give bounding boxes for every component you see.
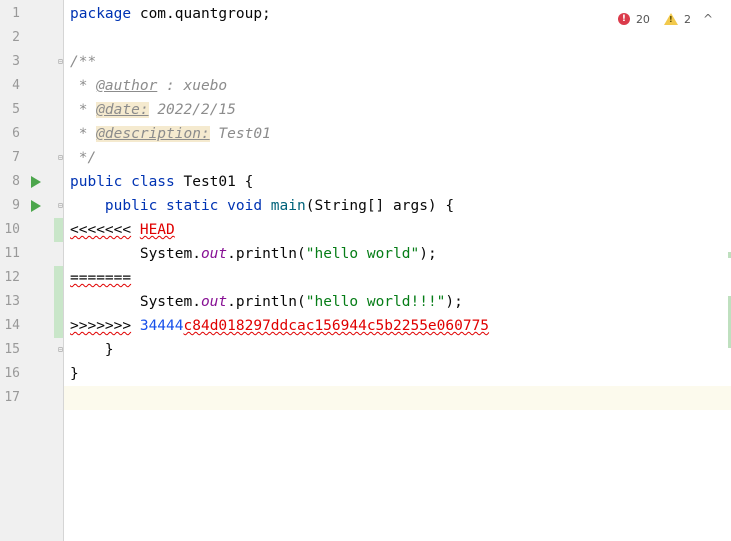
error-icon: ! xyxy=(617,13,630,25)
code-line[interactable]: * @date: 2022/2/15 xyxy=(70,98,236,122)
line-number: 3 xyxy=(12,54,20,69)
code-line[interactable]: public static void main(String[] args) { xyxy=(70,194,454,218)
doc-tag: @date: xyxy=(96,102,149,118)
code-line[interactable]: * @author : xuebo xyxy=(70,74,227,98)
doc-text: Test01 xyxy=(209,126,271,142)
code-line[interactable]: package com.quantgroup; xyxy=(70,2,271,26)
doc-text: * xyxy=(70,78,97,94)
warning-count: 2 xyxy=(683,12,691,26)
code-text: ); xyxy=(445,294,463,310)
code-text: .println( xyxy=(227,246,306,262)
conflict-marker: ======= xyxy=(70,270,132,286)
line-number: 4 xyxy=(12,78,20,93)
code-line[interactable]: System.out.println("hello world"); xyxy=(70,242,437,266)
current-line-highlight xyxy=(64,386,731,410)
line-number: 1 xyxy=(12,6,20,21)
code-line[interactable]: */ xyxy=(70,146,96,170)
keyword: public class xyxy=(70,174,175,190)
code-text: Test01 { xyxy=(174,174,254,190)
commit-hash-rest: c84d018297ddcac156944c5b2255e060775 xyxy=(183,318,490,334)
code-line[interactable]: >>>>>>> 34444c84d018297ddcac156944c5b225… xyxy=(70,314,489,338)
line-number: 6 xyxy=(12,126,20,141)
doc-text: 2022/2/15 xyxy=(148,102,236,118)
doc-tag: @description: xyxy=(96,126,210,142)
code-line[interactable]: <<<<<<< HEAD xyxy=(70,218,175,242)
code-line[interactable]: } xyxy=(70,338,114,362)
line-number: 7 xyxy=(12,150,20,165)
code-line[interactable]: ======= xyxy=(70,266,131,290)
code-text: ); xyxy=(419,246,437,262)
conflict-head-label: HEAD xyxy=(139,222,175,238)
string-literal: "hello world!!!" xyxy=(305,294,446,310)
change-marker[interactable] xyxy=(54,266,63,338)
line-number: 13 xyxy=(4,294,20,309)
line-number: 2 xyxy=(12,30,20,45)
code-text: .println( xyxy=(227,294,306,310)
keyword: package xyxy=(70,6,132,22)
change-marker[interactable] xyxy=(54,218,63,242)
doc-text: : xuebo xyxy=(157,78,228,94)
line-number: 8 xyxy=(12,174,20,189)
commit-hash-number: 34444 xyxy=(139,318,184,334)
code-line[interactable]: public class Test01 { xyxy=(70,170,253,194)
run-class-icon[interactable] xyxy=(31,176,41,188)
string-literal: "hello world" xyxy=(305,246,420,262)
code-line[interactable]: /** xyxy=(70,50,96,74)
run-main-icon[interactable] xyxy=(31,200,41,212)
code-text: com.quantgroup; xyxy=(131,6,271,22)
conflict-marker: >>>>>>> xyxy=(70,318,132,334)
doc-text: * xyxy=(70,126,97,142)
code-editor[interactable]: package com.quantgroup; /** * @author : … xyxy=(64,0,731,541)
line-number: 12 xyxy=(4,270,20,285)
code-text: System. xyxy=(139,294,201,310)
code-line[interactable]: } xyxy=(70,362,79,386)
line-number: 11 xyxy=(4,246,20,261)
keyword: public static void xyxy=(104,198,263,214)
line-number: 14 xyxy=(4,318,20,333)
line-number: 10 xyxy=(4,222,20,237)
code-line[interactable]: System.out.println("hello world!!!"); xyxy=(70,290,463,314)
inspection-widget[interactable]: ! 20 2 ^ xyxy=(617,11,713,27)
doc-text: * xyxy=(70,102,97,118)
code-line[interactable]: * @description: Test01 xyxy=(70,122,271,146)
method-name: main xyxy=(270,198,306,214)
line-number: 15 xyxy=(4,342,20,357)
static-field: out xyxy=(200,246,228,262)
error-count: 20 xyxy=(635,12,650,26)
line-number: 17 xyxy=(4,390,20,405)
doc-tag: @author xyxy=(96,78,158,94)
static-field: out xyxy=(200,294,228,310)
code-text: (String[] args) { xyxy=(305,198,455,214)
chevron-up-icon[interactable]: ^ xyxy=(703,12,713,26)
line-number: 9 xyxy=(12,198,20,213)
line-number: 16 xyxy=(4,366,20,381)
line-number: 5 xyxy=(12,102,20,117)
editor-gutter: 1 2 3 4 5 6 7 8 9 10 11 12 13 14 15 16 1… xyxy=(0,0,64,541)
warning-icon xyxy=(663,13,678,25)
code-text: System. xyxy=(139,246,201,262)
conflict-marker: <<<<<<< xyxy=(70,222,132,238)
